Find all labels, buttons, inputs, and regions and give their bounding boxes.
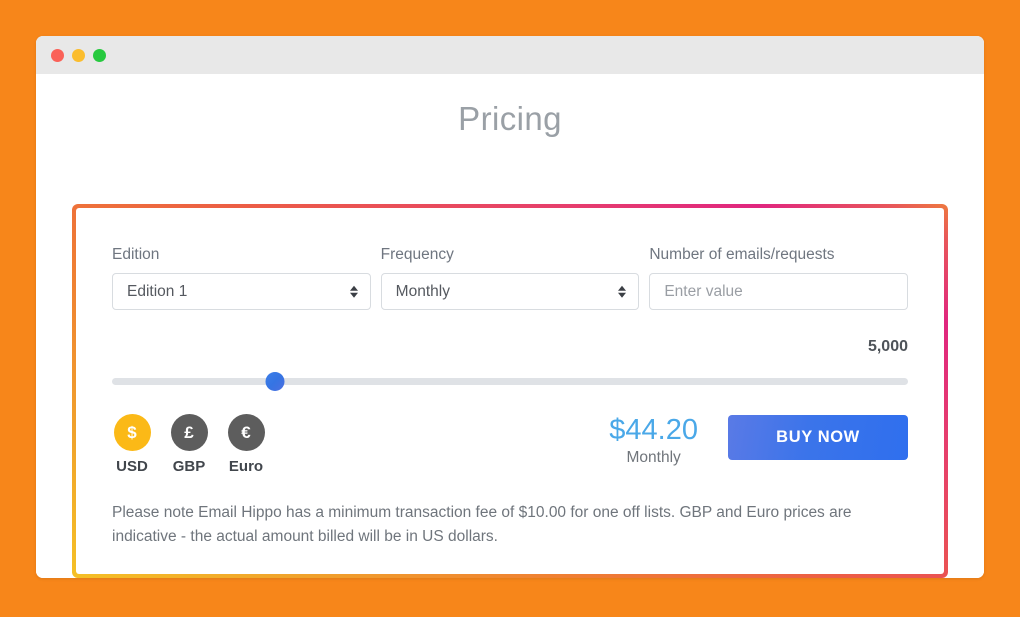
- price-amount: $44.20: [609, 414, 698, 446]
- currency-option-gbp[interactable]: £ GBP: [169, 414, 209, 475]
- page-title: Pricing: [458, 100, 562, 137]
- pricing-card-inner: Edition Edition 1 Frequency Monthly Numb…: [76, 208, 944, 574]
- dollar-icon: $: [113, 414, 151, 451]
- price-period: Monthly: [626, 449, 681, 467]
- quantity-slider[interactable]: [112, 372, 908, 391]
- quantity-label: Number of emails/requests: [649, 246, 835, 263]
- window-titlebar: [36, 36, 984, 74]
- slider-thumb[interactable]: [265, 372, 285, 391]
- edition-select-value: Edition 1: [127, 282, 188, 300]
- slider-value-readout: 5,000: [867, 338, 908, 355]
- chevron-updown-icon: [618, 285, 627, 298]
- slider-track[interactable]: [112, 378, 908, 385]
- quantity-field: Number of emails/requests Enter value: [649, 246, 909, 310]
- frequency-select[interactable]: Monthly: [380, 273, 640, 310]
- transaction-fee-note: Please note Email Hippo has a minimum tr…: [112, 504, 852, 546]
- pricing-card: Edition Edition 1 Frequency Monthly Numb…: [72, 204, 948, 578]
- currency-option-usd[interactable]: $ USD: [112, 414, 152, 475]
- pricing-form-row: Edition Edition 1 Frequency Monthly Numb…: [112, 246, 909, 310]
- maximize-window-button[interactable]: [93, 48, 106, 62]
- frequency-select-value: Monthly: [395, 282, 450, 300]
- purchase-row: $ USD £ GBP € Euro $44.20 Monthly BUY NO…: [112, 414, 908, 475]
- currency-label-usd: USD: [116, 458, 148, 475]
- close-window-button[interactable]: [51, 48, 64, 62]
- pound-icon: £: [170, 414, 208, 451]
- frequency-field: Frequency Monthly: [380, 246, 640, 310]
- buy-now-button[interactable]: BUY NOW: [728, 415, 908, 460]
- edition-field: Edition Edition 1: [112, 246, 371, 310]
- quantity-input[interactable]: Enter value: [649, 273, 909, 310]
- currency-label-euro: Euro: [228, 458, 264, 475]
- frequency-label: Frequency: [380, 246, 454, 263]
- edition-select[interactable]: Edition 1: [112, 273, 371, 310]
- browser-window: Pricing Edition Edition 1 Frequency Mont…: [36, 36, 984, 578]
- euro-icon: €: [227, 414, 265, 451]
- minimize-window-button[interactable]: [72, 48, 85, 62]
- chevron-updown-icon: [349, 285, 358, 298]
- price-display: $44.20 Monthly: [609, 414, 728, 467]
- currency-selector: $ USD £ GBP € Euro: [112, 414, 266, 475]
- quantity-input-placeholder: Enter value: [664, 282, 743, 300]
- currency-label-gbp: GBP: [172, 458, 206, 475]
- page-content: Pricing Edition Edition 1 Frequency Mont…: [36, 74, 984, 578]
- edition-label: Edition: [112, 246, 160, 263]
- currency-option-euro[interactable]: € Euro: [226, 414, 266, 475]
